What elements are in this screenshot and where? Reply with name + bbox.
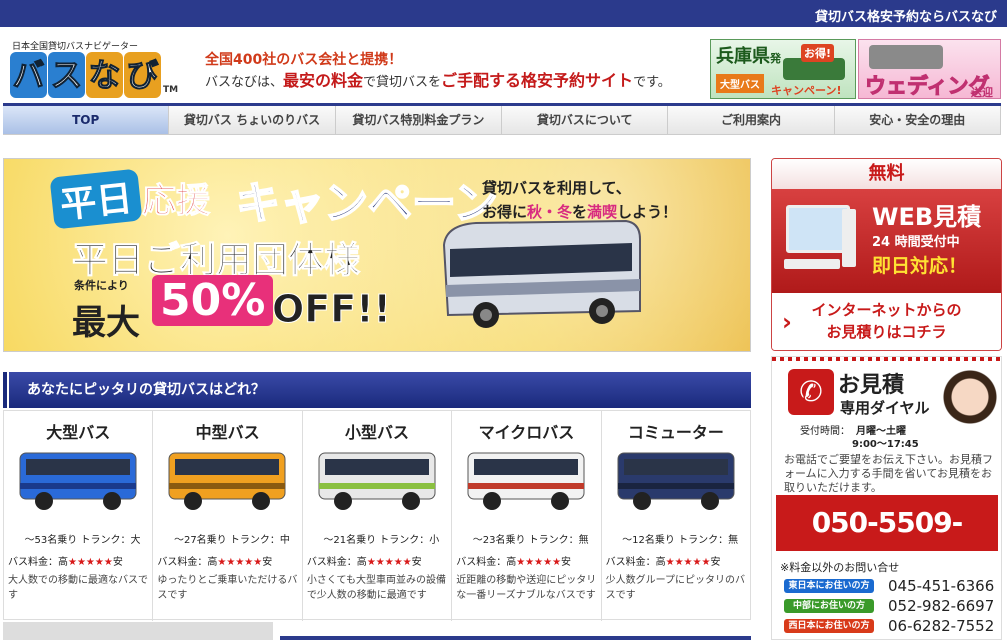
bus-type-card[interactable]: 大型バス〜53名乗り トランク：大バス料金：高★★★★★安大人数での移動に最適な…	[4, 411, 154, 621]
other-inquiries-label: ※料金以外のお問い合せ	[780, 561, 900, 574]
bus-type-title: 小型バス	[345, 423, 410, 442]
operator-photo	[940, 367, 1000, 467]
region-label: 中部にお住いの方	[784, 599, 874, 613]
logo-char: な	[86, 52, 123, 98]
region-label: 西日本にお住いの方	[784, 619, 874, 633]
bus-fee-rating: バス料金：高★★★★★安	[157, 557, 273, 568]
bus-description: 近距離の移動や送迎にピッタリな一番リーズナブルなバスです	[456, 575, 597, 601]
region-number[interactable]: 045-451-6366	[888, 577, 994, 595]
bus-icon	[168, 452, 286, 510]
bus-description: ゆったりとご乗車いただけるバスです	[157, 575, 298, 601]
bus-capacity: 〜23名乗り トランク：無	[472, 535, 589, 546]
star-rating: ★★★★★	[217, 557, 263, 568]
bus-icon	[467, 452, 585, 510]
nav-item-1[interactable]: 貸切バス ちょいのりバス	[169, 106, 336, 135]
star-rating: ★★★★★	[366, 557, 412, 568]
keyboard-icon	[784, 259, 840, 269]
bus-capacity: 〜12名乗り トランク：無	[622, 535, 739, 546]
bus-description: 少人数グループにピッタリのバスです	[605, 575, 746, 601]
bus-selection-heading: あなたにピッタリの貸切バスはどれ？	[3, 372, 751, 408]
hyogo-campaign-banner[interactable]: 兵庫県発 お得! 大型バス キャンペーン!	[710, 39, 856, 99]
bus-description: 小さくても大型車両並みの設備で少人数の移動に最適です	[306, 575, 447, 601]
bus-description: 大人数での移動に最適なバスです	[8, 575, 148, 601]
bus-fee-rating: バス料金：高★★★★★安	[306, 557, 422, 568]
weekday-campaign-banner[interactable]: 平日 応援 キャンペーン 貸切バスを利用して、 お得に秋・冬を満喫しよう！ 平日…	[3, 158, 751, 352]
tagline-description: バスなびは、最安の料金で貸切バスをご手配する格安予約サイトです。	[205, 71, 671, 90]
region-phone-row[interactable]: 東日本にお住いの方 045-451-6366	[780, 577, 1000, 595]
nav-item-3[interactable]: 貸切バスについて	[501, 106, 669, 135]
wedding-banner[interactable]: ウェディング 送迎	[858, 39, 1001, 99]
bus-type-card[interactable]: 中型バス〜27名乗り トランク：中バス料金：高★★★★★安ゆったりとご乗車いただ…	[153, 411, 303, 621]
bus-capacity: 〜21名乗り トランク：小	[323, 535, 440, 546]
bus-fee-rating: バス料金：高★★★★★安	[8, 557, 123, 568]
region-number[interactable]: 06-6282-7552	[888, 617, 994, 635]
nav-item-0[interactable]: TOP	[3, 106, 170, 135]
phone-estimate-title: お見積	[838, 373, 905, 398]
web-estimate-hours: 24 時間受付中	[872, 235, 960, 250]
region-phone-row[interactable]: 西日本にお住いの方 06-6282-7552	[780, 617, 1000, 635]
logo-tm: TM	[163, 85, 179, 95]
campaign-weekday: 平日	[49, 168, 143, 230]
bus-type-title: 大型バス	[46, 423, 111, 442]
bus-fee-rating: バス料金：高★★★★★安	[456, 557, 572, 568]
phone-description: お電話でご要望をお伝え下さい。お見積フォームに入力する手間を省いてお見積をお取り…	[784, 453, 993, 494]
business-hours: 受付時間： 月曜〜土曜 9:00〜17:45	[800, 426, 919, 450]
bus-type-title: マイクロバス	[478, 423, 575, 442]
bus-icon	[869, 45, 943, 69]
nav-item-4[interactable]: ご利用案内	[668, 106, 835, 135]
campaign-percent: 50%	[152, 275, 274, 326]
region-number[interactable]: 052-982-6697	[888, 597, 994, 615]
logo-char: び	[124, 52, 161, 98]
logo-subtitle: 日本全国貸切バスナビゲーター	[12, 42, 139, 52]
bus-type-grid: 大型バス 〜53名乗り トランク：大 バス料金：高★★★★★安 大人数での移動に最適な…	[3, 410, 751, 621]
logo-char: バ	[10, 52, 47, 98]
bus-type-title: コミューター	[627, 423, 724, 442]
bus-type-card[interactable]: 小型バス〜21名乗り トランク：小バス料金：高★★★★★安小さくても大型車両並み…	[303, 411, 453, 621]
campaign-support: 応援	[142, 181, 211, 222]
campaign-off: OFF!!	[272, 287, 392, 332]
campaign-condition: 条件により	[74, 279, 129, 292]
bus-icon	[19, 452, 137, 510]
logo-wordmark: バスなび	[10, 52, 162, 98]
nav-item-5[interactable]: 安心・安全の理由	[834, 106, 1001, 135]
bus-capacity: 〜53名乗り トランク：大	[24, 535, 141, 546]
campaign-sub1: 貸切バスを利用して、	[482, 179, 631, 197]
top-banner-bar: 貸切バス格安予約ならバスなび	[0, 0, 1007, 27]
site-slogan: 貸切バス格安予約ならバスなび	[814, 10, 997, 25]
phone-icon: ✆	[788, 369, 834, 415]
web-estimate-sameday: 即日対応！	[872, 255, 968, 277]
tagline-partners: 全国400社のバス会社と提携！	[205, 52, 403, 68]
star-rating: ★★★★★	[68, 557, 113, 568]
free-label: 無料	[772, 159, 1001, 189]
web-estimate-box[interactable]: 無料 WEB見積 24 時間受付中 即日対応！ › インターネットからの お見積…	[771, 158, 1002, 351]
bus-icon	[617, 452, 735, 510]
bus-type-card[interactable]: マイクロバス〜23名乗り トランク：無バス料金：高★★★★★安近距離の移動や送迎…	[452, 411, 602, 621]
bus-fee-rating: バス料金：高★★★★★安	[605, 557, 721, 568]
header: 日本全国貸切バスナビゲーター バスなび TM 全国400社のバス会社と提携！ バ…	[0, 27, 1007, 103]
nav-item-2[interactable]: 貸切バス特別料金プラン	[335, 106, 502, 135]
bus-icon	[442, 219, 641, 328]
phone-number[interactable]: 050-5509-7365	[776, 495, 998, 595]
phone-estimate-box: ✆ お見積 専用ダイヤル 受付時間： 月曜〜土曜 9:00〜17:45 お電話でご…	[771, 356, 1002, 640]
web-estimate-title: WEB見積	[872, 203, 982, 231]
bus-type-card[interactable]: コミューター〜12名乗り トランク：無バス料金：高★★★★★安少人数グループにピ…	[602, 411, 750, 621]
chevron-right-icon: ›	[782, 308, 792, 336]
bus-icon	[318, 452, 436, 510]
phone-estimate-subtitle: 専用ダイヤル	[840, 399, 930, 417]
star-rating: ★★★★★	[665, 557, 711, 568]
star-rating: ★★★★★	[516, 557, 562, 568]
bus-type-title: 中型バス	[195, 423, 260, 442]
site-logo[interactable]: 日本全国貸切バスナビゲーター バスなび TM	[8, 39, 178, 105]
region-label: 東日本にお住いの方	[784, 579, 874, 593]
region-phone-row[interactable]: 中部にお住いの方 052-982-6697	[780, 597, 1000, 615]
bus-capacity: 〜27名乗り トランク：中	[173, 535, 290, 546]
main-nav: TOP 貸切バス ちょいのりバス 貸切バス特別料金プラン 貸切バスについて ご利用案内安…	[3, 103, 1001, 135]
logo-char: ス	[48, 52, 85, 98]
computer-icon	[786, 205, 850, 253]
web-estimate-link[interactable]: › インターネットからの お見積りはコチラ	[772, 293, 1001, 350]
campaign-max: 最大	[72, 303, 140, 343]
